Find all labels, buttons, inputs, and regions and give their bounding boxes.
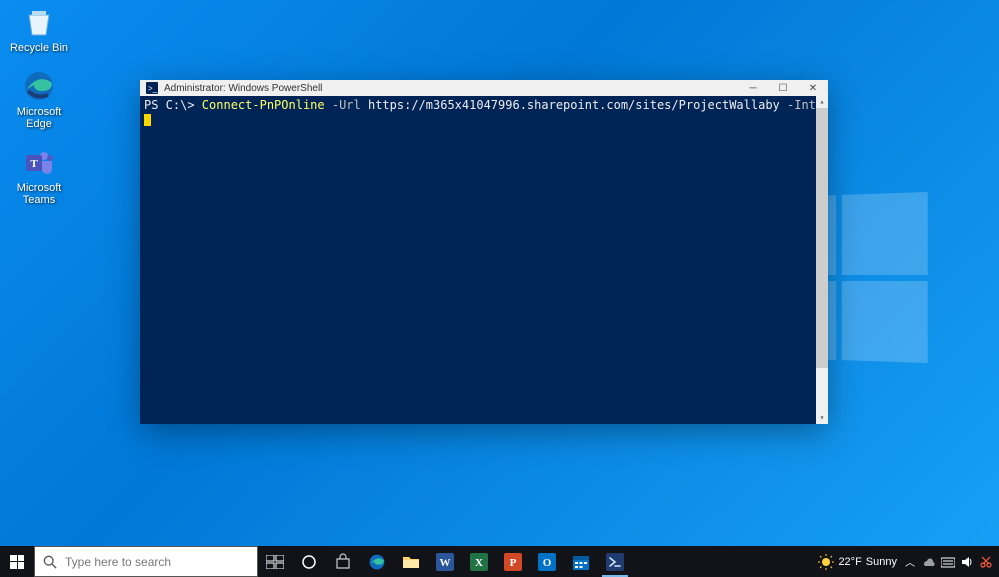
desktop-icon-label: Recycle Bin [10, 42, 68, 54]
calendar-icon [572, 553, 590, 571]
system-tray: 22°F Sunny ︿ [812, 546, 999, 577]
svg-text:P: P [510, 557, 517, 569]
desktop-icon-edge[interactable]: Microsoft Edge [4, 68, 74, 130]
powershell-icon [606, 553, 624, 571]
taskbar-search[interactable]: Type here to search [34, 546, 258, 577]
close-button[interactable]: ✕ [798, 80, 828, 96]
weather-cond: Sunny [866, 556, 897, 568]
desktop-icon-teams[interactable]: T Microsoft Teams [4, 144, 74, 206]
console-cursor [144, 114, 151, 126]
taskbar-item-word[interactable]: W [428, 546, 462, 577]
taskbar-pinned: W X P O [258, 546, 632, 577]
taskbar-item-outlook[interactable]: O [530, 546, 564, 577]
search-icon [43, 555, 57, 569]
teams-icon: T [21, 144, 57, 180]
store-icon [334, 553, 352, 571]
console-area[interactable]: PS C:\> Connect-PnPOnline -Url https://m… [140, 96, 828, 424]
taskbar-item-calendar[interactable] [564, 546, 598, 577]
recycle-bin-icon [21, 4, 57, 40]
taskbar-item-powerpoint[interactable]: P [496, 546, 530, 577]
onedrive-icon[interactable] [921, 555, 935, 569]
scrollbar-thumb[interactable] [816, 108, 828, 368]
window-title: Administrator: Windows PowerShell [164, 83, 738, 94]
search-placeholder: Type here to search [65, 555, 171, 569]
taskbar-item-excel[interactable]: X [462, 546, 496, 577]
windows-logo-icon [10, 555, 24, 569]
svg-text:O: O [543, 557, 552, 569]
desktop-icon-label: Microsoft Teams [17, 182, 62, 206]
taskbar: Type here to search W X P O [0, 546, 999, 577]
powershell-window: >_ Administrator: Windows PowerShell ─ ☐… [140, 80, 828, 424]
excel-icon: X [470, 553, 488, 571]
minimize-button[interactable]: ─ [738, 80, 768, 96]
keyboard-icon[interactable] [941, 556, 955, 568]
task-view-icon [266, 555, 284, 569]
taskbar-item-edge[interactable] [360, 546, 394, 577]
console-prompt: PS C:\> [144, 98, 202, 112]
console-command: Connect-PnPOnline [202, 98, 325, 112]
svg-text:T: T [30, 158, 38, 170]
scrollbar[interactable]: ▴ ▾ [816, 96, 828, 424]
svg-text:X: X [475, 557, 483, 569]
edge-icon [368, 553, 386, 571]
snip-icon[interactable] [979, 555, 993, 569]
folder-icon [402, 554, 420, 570]
taskbar-item-explorer[interactable] [394, 546, 428, 577]
desktop-icon-label: Microsoft Edge [17, 106, 62, 130]
desktop-icons: Recycle Bin Microsoft Edge T Microsoft T… [4, 4, 74, 220]
taskbar-item-powershell[interactable] [598, 546, 632, 577]
svg-text:>_: >_ [148, 84, 158, 93]
scrollbar-down[interactable]: ▾ [816, 412, 828, 424]
cortana-button[interactable] [292, 546, 326, 577]
outlook-icon: O [538, 553, 556, 571]
console-url: https://m365x41047996.sharepoint.com/sit… [361, 98, 780, 112]
cortana-icon [301, 554, 317, 570]
start-button[interactable] [0, 546, 34, 577]
weather-temp: 22°F [838, 556, 861, 568]
tray-chevron-up-icon[interactable]: ︿ [905, 554, 915, 569]
svg-text:W: W [440, 557, 451, 569]
powerpoint-icon: P [504, 553, 522, 571]
word-icon: W [436, 553, 454, 571]
edge-icon [21, 68, 57, 104]
sun-icon [818, 554, 834, 570]
scrollbar-up[interactable]: ▴ [816, 96, 828, 108]
desktop-icon-recycle-bin[interactable]: Recycle Bin [4, 4, 74, 54]
powershell-icon: >_ [144, 80, 160, 96]
tray-weather[interactable]: 22°F Sunny [818, 554, 897, 570]
taskbar-item-store[interactable] [326, 546, 360, 577]
maximize-button[interactable]: ☐ [768, 80, 798, 96]
volume-icon[interactable] [961, 555, 973, 569]
task-view-button[interactable] [258, 546, 292, 577]
console-param: -Url [325, 98, 361, 112]
window-titlebar[interactable]: >_ Administrator: Windows PowerShell ─ ☐… [140, 80, 828, 96]
